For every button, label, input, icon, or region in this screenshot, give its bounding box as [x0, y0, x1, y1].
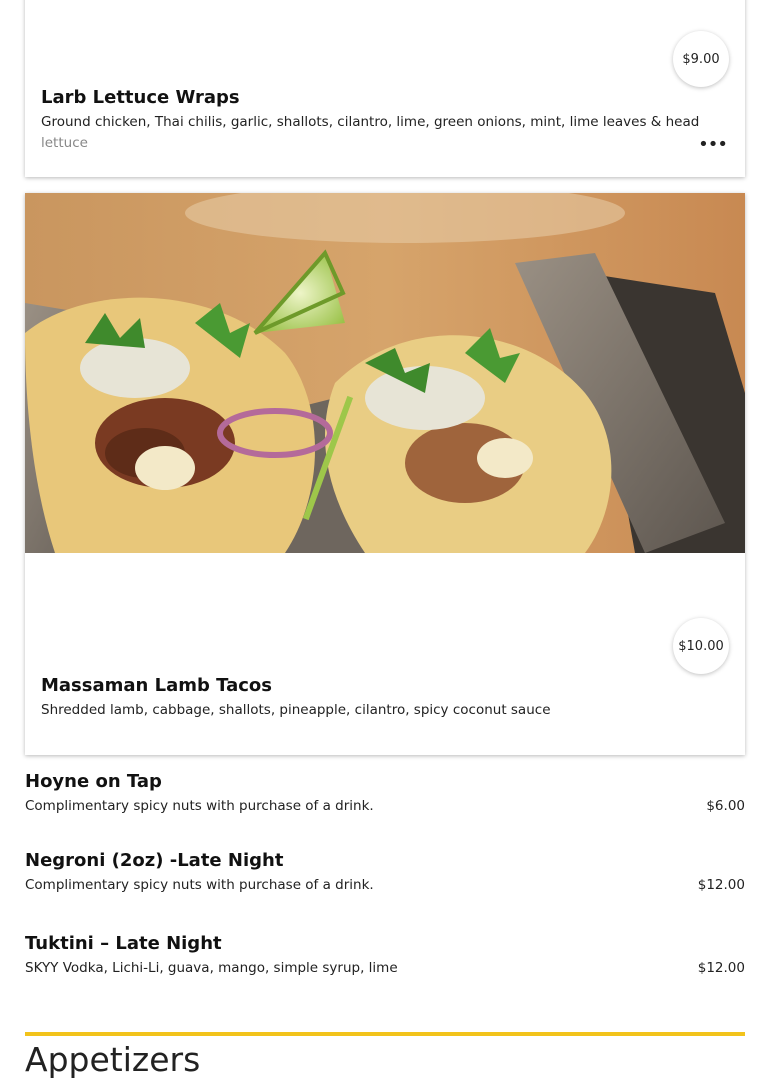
menu-item-card-lamb-tacos[interactable]: $10.00 Massaman Lamb Tacos Shredded lamb… [25, 193, 745, 755]
price-badge: $10.00 [673, 618, 729, 674]
menu-page: $9.00 Larb Lettuce Wraps Ground chicken,… [0, 0, 770, 1081]
item-row: Complimentary spicy nuts with purchase o… [25, 798, 745, 814]
item-title: Negroni (2oz) -Late Night [25, 850, 284, 871]
list-item-negroni[interactable]: Negroni (2oz) -Late Night Complimentary … [25, 850, 745, 893]
item-row: SKYY Vodka, Lichi-Li, guava, mango, simp… [25, 960, 745, 976]
item-description: Complimentary spicy nuts with purchase o… [25, 877, 374, 893]
item-row: Complimentary spicy nuts with purchase o… [25, 877, 745, 893]
list-item-hoyne-on-tap[interactable]: Hoyne on Tap Complimentary spicy nuts wi… [25, 771, 745, 814]
item-price: $12.00 [697, 960, 745, 976]
description-text-faded: lettuce [41, 135, 88, 151]
item-description: Complimentary spicy nuts with purchase o… [25, 798, 374, 814]
tacos-photo [25, 193, 745, 553]
menu-item-card-larb[interactable]: $9.00 Larb Lettuce Wraps Ground chicken,… [25, 0, 745, 177]
item-description: SKYY Vodka, Lichi-Li, guava, mango, simp… [25, 960, 398, 976]
item-title: Larb Lettuce Wraps [41, 87, 240, 108]
item-title: Massaman Lamb Tacos [41, 675, 272, 696]
description-text: Ground chicken, Thai chilis, garlic, sha… [41, 114, 700, 130]
item-title: Tuktini – Late Night [25, 933, 222, 954]
item-description: Shredded lamb, cabbage, shallots, pineap… [41, 702, 551, 718]
ellipsis-icon[interactable]: ••• [698, 136, 728, 154]
item-title: Hoyne on Tap [25, 771, 162, 792]
price-badge: $9.00 [673, 31, 729, 87]
section-heading: Appetizers [25, 1040, 201, 1079]
list-item-tuktini[interactable]: Tuktini – Late Night SKYY Vodka, Lichi-L… [25, 933, 745, 976]
item-price: $6.00 [706, 798, 745, 814]
section-divider [25, 1032, 745, 1036]
item-price: $12.00 [697, 877, 745, 893]
item-description: Ground chicken, Thai chilis, garlic, sha… [41, 112, 705, 154]
